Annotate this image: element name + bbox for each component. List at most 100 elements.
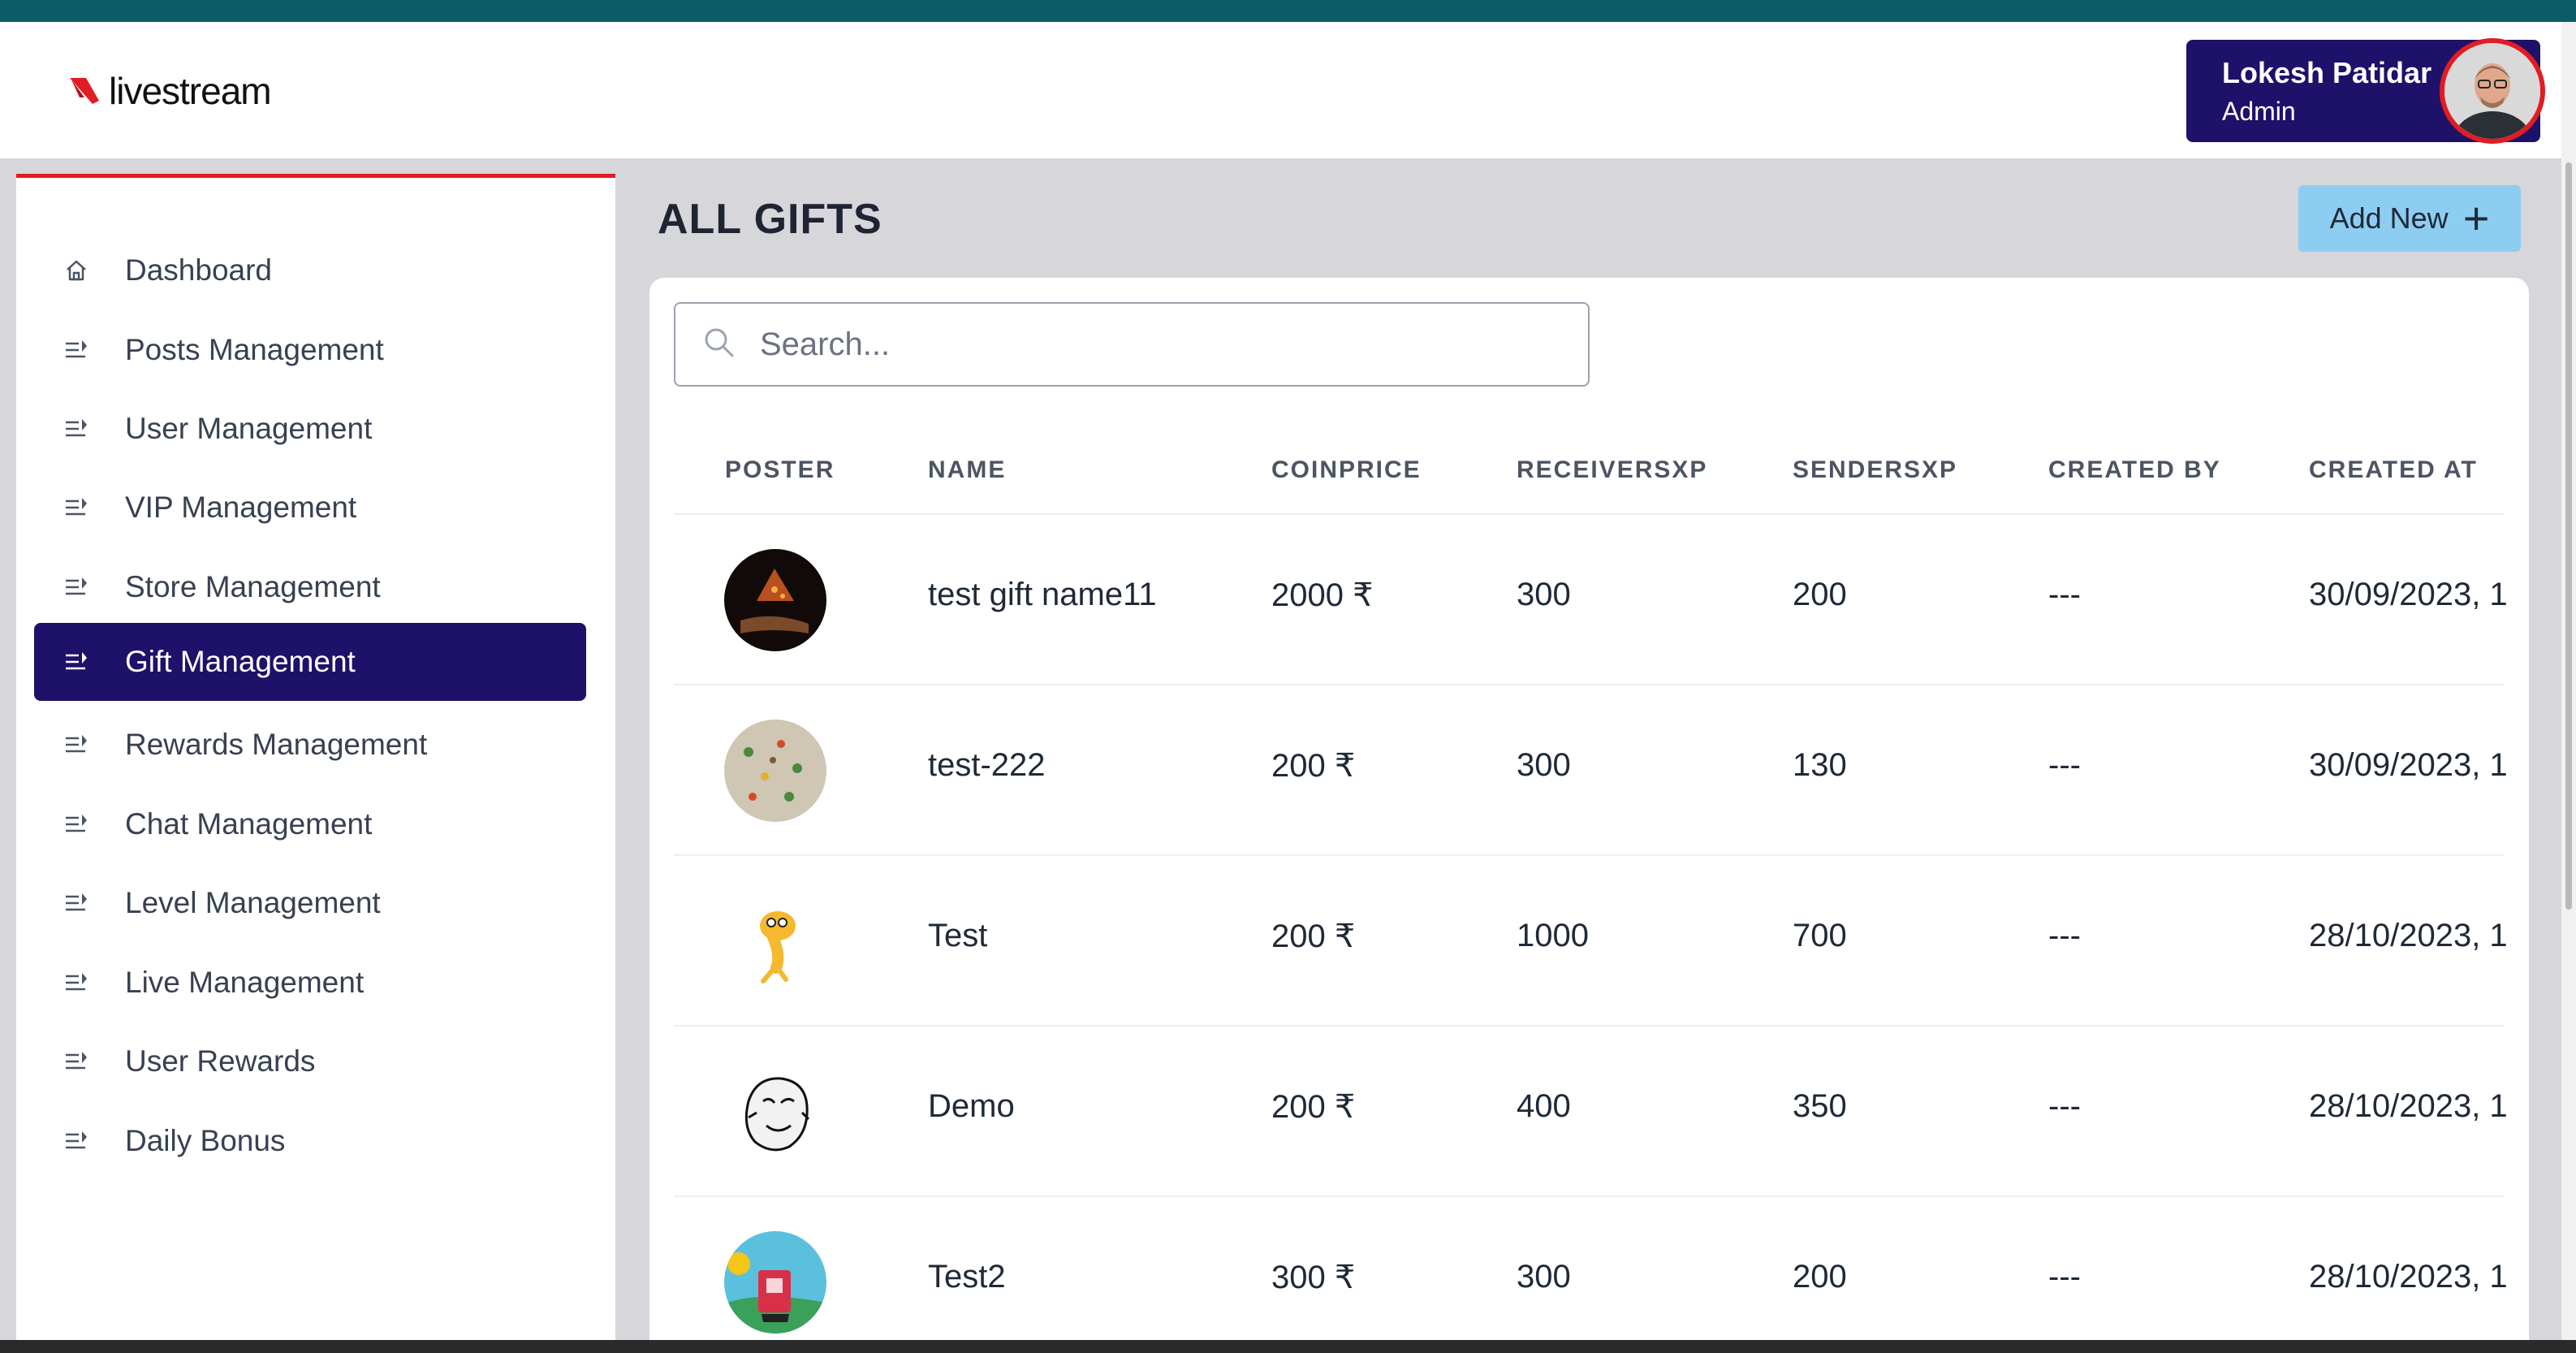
list-arrow-icon <box>60 966 93 999</box>
sidebar: Dashboard Posts Management User Manageme… <box>16 174 615 1353</box>
column-header-created-by[interactable]: CREATED BY <box>2048 456 2221 484</box>
sidebar-item-user-rewards[interactable]: User Rewards <box>34 1022 586 1100</box>
sidebar-item-rewards-management[interactable]: Rewards Management <box>34 706 586 784</box>
sidebar-item-gift-management[interactable]: Gift Management <box>34 623 586 701</box>
avatar[interactable] <box>2440 38 2545 144</box>
sidebar-item-label: Posts Management <box>125 333 384 366</box>
sidebar-item-label: Store Management <box>125 570 381 603</box>
column-header-coinprice[interactable]: COINPRICE <box>1271 456 1422 484</box>
gift-created-at: 30/09/2023, 1 <box>2309 747 2508 783</box>
gift-coinprice: 2000 ₹ <box>1271 577 1374 613</box>
user-profile[interactable]: Lokesh Patidar Admin <box>2186 38 2545 144</box>
gift-sendersxp: 130 <box>1793 747 1847 783</box>
list-arrow-icon <box>60 571 93 603</box>
gift-created-at: 28/10/2023, 1 <box>2309 1088 2508 1124</box>
list-arrow-icon <box>60 887 93 919</box>
list-arrow-icon <box>60 728 93 761</box>
column-header-created-at[interactable]: CREATED AT <box>2309 456 2478 484</box>
gifts-table-card: POSTER NAME COINPRICE RECEIVERSXP SENDER… <box>649 278 2529 1353</box>
gift-created-at: 28/10/2023, 1 <box>2309 918 2508 953</box>
search-box[interactable] <box>674 302 1590 387</box>
column-header-sendersxp[interactable]: SENDERSXP <box>1793 456 1957 484</box>
top-strip <box>0 0 2576 22</box>
sidebar-item-label: Chat Management <box>125 807 373 841</box>
column-header-receiversxp[interactable]: RECEIVERSXP <box>1517 456 1707 484</box>
logo[interactable]: livestream <box>68 69 272 113</box>
page-title: ALL GIFTS <box>658 196 882 243</box>
gift-sendersxp: 200 <box>1793 577 1847 612</box>
gift-receiversxp: 300 <box>1517 1259 1571 1295</box>
sidebar-item-live-management[interactable]: Live Management <box>34 944 586 1022</box>
list-arrow-icon <box>60 1125 93 1157</box>
sidebar-item-daily-bonus[interactable]: Daily Bonus <box>34 1102 586 1180</box>
gift-poster-image <box>724 549 826 651</box>
sidebar-item-label: Dashboard <box>125 253 273 287</box>
sidebar-item-posts-management[interactable]: Posts Management <box>34 311 586 389</box>
sidebar-item-level-management[interactable]: Level Management <box>34 864 586 942</box>
add-new-label: Add New <box>2329 201 2449 235</box>
sidebar-item-label: Live Management <box>125 966 365 999</box>
gift-poster-image <box>724 890 826 992</box>
gift-receiversxp: 400 <box>1517 1088 1571 1124</box>
sidebar-item-label: Level Management <box>125 886 381 919</box>
table-row[interactable]: test-222 200 ₹ 300 130 --- 30/09/2023, 1 <box>674 684 2508 854</box>
gift-name: Test2 <box>928 1259 1006 1295</box>
user-name: Lokesh Patidar <box>2222 56 2432 89</box>
list-arrow-icon <box>60 491 93 524</box>
user-role: Admin <box>2222 97 2296 126</box>
gift-name: test-222 <box>928 747 1046 783</box>
table-row[interactable]: Test 200 ₹ 1000 700 --- 28/10/2023, 1 <box>674 854 2508 1025</box>
list-arrow-icon <box>60 808 93 841</box>
sidebar-item-label: User Rewards <box>125 1044 316 1078</box>
sidebar-item-store-management[interactable]: Store Management <box>34 548 586 626</box>
app-header: livestream Lokesh Patidar Admin <box>0 22 2561 158</box>
gift-poster-image <box>724 1231 826 1334</box>
list-arrow-icon <box>60 413 93 445</box>
gift-receiversxp: 300 <box>1517 577 1571 612</box>
gift-name: test gift name11 <box>928 577 1157 612</box>
taskbar-strip <box>0 1340 2576 1353</box>
gift-sendersxp: 700 <box>1793 918 1847 953</box>
search-input[interactable] <box>760 326 1491 363</box>
add-new-button[interactable]: Add New + <box>2298 185 2521 252</box>
table-row[interactable]: Test2 300 ₹ 300 200 --- 28/10/2023, 1 <box>674 1195 2508 1353</box>
sidebar-item-label: Rewards Management <box>125 728 428 761</box>
gift-created-by: --- <box>2048 1259 2081 1295</box>
column-header-poster[interactable]: POSTER <box>725 456 835 484</box>
gift-created-by: --- <box>2048 747 2081 783</box>
gift-created-at: 30/09/2023, 1 <box>2309 577 2508 612</box>
gift-created-by: --- <box>2048 577 2081 612</box>
sidebar-item-label: User Management <box>125 412 373 445</box>
gift-created-by: --- <box>2048 1088 2081 1124</box>
gift-sendersxp: 200 <box>1793 1259 1847 1295</box>
list-arrow-icon <box>60 334 93 366</box>
gift-receiversxp: 300 <box>1517 747 1571 783</box>
gift-receiversxp: 1000 <box>1517 918 1589 953</box>
sidebar-item-label: VIP Management <box>125 491 357 524</box>
avatar-image <box>2444 43 2540 139</box>
search-icon <box>701 325 737 365</box>
scrollbar-thumb[interactable] <box>2565 162 2572 910</box>
table-row[interactable]: test gift name11 2000 ₹ 300 200 --- 30/0… <box>674 513 2508 684</box>
sidebar-item-vip-management[interactable]: VIP Management <box>34 469 586 547</box>
column-header-name[interactable]: NAME <box>928 456 1006 484</box>
gift-coinprice: 200 ₹ <box>1271 748 1356 784</box>
sidebar-item-label: Gift Management <box>125 645 356 678</box>
livestream-logo-icon <box>70 78 99 104</box>
sidebar-item-chat-management[interactable]: Chat Management <box>34 785 586 863</box>
gift-name: Test <box>928 918 988 953</box>
sidebar-item-user-management[interactable]: User Management <box>34 390 586 468</box>
gift-name: Demo <box>928 1088 1015 1124</box>
sidebar-item-label: Daily Bonus <box>125 1124 286 1157</box>
sidebar-item-dashboard[interactable]: Dashboard <box>34 231 586 309</box>
list-arrow-icon <box>60 646 93 678</box>
gift-coinprice: 200 ₹ <box>1271 1089 1356 1125</box>
gift-coinprice: 300 ₹ <box>1271 1260 1356 1295</box>
table-row[interactable]: Demo 200 ₹ 400 350 --- 28/10/2023, 1 <box>674 1025 2508 1195</box>
gift-created-by: --- <box>2048 918 2081 953</box>
list-arrow-icon <box>60 1045 93 1078</box>
gift-coinprice: 200 ₹ <box>1271 919 1356 954</box>
logo-text: livestream <box>109 70 272 112</box>
plus-icon: + <box>2462 192 2490 244</box>
home-icon <box>60 254 93 287</box>
